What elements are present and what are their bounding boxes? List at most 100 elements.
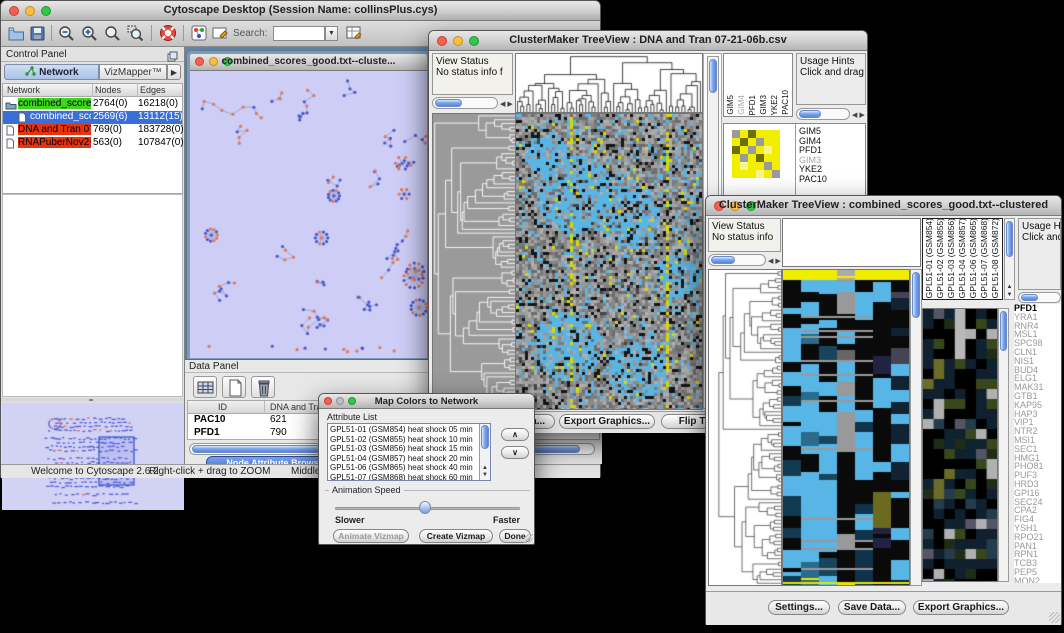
- network-table-row[interactable]: combined_sco2569(6)13112(15): [3, 111, 182, 124]
- tv1-row-dendrogram[interactable]: [432, 113, 516, 410]
- tv2-gene-label[interactable]: MON2: [1014, 577, 1061, 583]
- move-attribute-up-button[interactable]: ∧: [501, 428, 529, 441]
- treeview2-titlebar[interactable]: ClusterMaker TreeView : combined_scores_…: [706, 196, 1061, 216]
- tv1-matrix-cell: [740, 146, 748, 154]
- create-vizmap-button[interactable]: Create Vizmap: [419, 529, 493, 543]
- network-nodes: 563(0): [93, 137, 122, 148]
- tv1-usage-hints: Usage Hints Click and drag to: [796, 53, 866, 105]
- map-colors-dialog: Map Colors to Network Attribute List GPL…: [318, 393, 535, 545]
- treeview1-titlebar[interactable]: ClusterMaker TreeView : DNA and Tran 07-…: [429, 31, 867, 51]
- export-graphics-button[interactable]: Export Graphics...: [559, 414, 655, 429]
- tv1-status-scroll-arrows[interactable]: ◀▶: [500, 100, 515, 108]
- tv2-labels-vscrollbar[interactable]: ▲▼: [1004, 218, 1015, 300]
- tv2-hints-scrollbar[interactable]: [1018, 292, 1061, 303]
- attribute-list-scrollbar[interactable]: ▲▼: [479, 424, 490, 480]
- tv1-status-scrollbar[interactable]: [432, 97, 498, 109]
- speed-slider-thumb[interactable]: [419, 501, 431, 514]
- panel-splitter[interactable]: [1, 398, 184, 402]
- tv2-column-label: GPL51-03 (GSM856): [946, 218, 957, 298]
- annotation-icon[interactable]: [211, 24, 230, 48]
- tv1-matrix-cell: [732, 154, 740, 162]
- network-name: DNA and Tran 07: [18, 124, 91, 135]
- attribute-list-item[interactable]: GPL51-03 (GSM856) heat shock 15 min: [330, 444, 473, 454]
- network-table-row[interactable]: RNAPuberNov2+I563(0)107847(0): [3, 137, 182, 150]
- tv1-heatmap[interactable]: [515, 113, 703, 410]
- tv2-column-label: GPL51-02 (GSM855): [935, 218, 946, 298]
- attribute-list-item[interactable]: GPL51-07 (GSM868) heat shock 60 min: [330, 473, 473, 481]
- network-canvas[interactable]: [190, 71, 427, 358]
- tv1-matrix-cell: [748, 146, 756, 154]
- zoom-fit-icon[interactable]: [103, 24, 122, 48]
- desktop: Cytoscape Desktop (Session Name: collins…: [0, 0, 1064, 633]
- tab-vizmapper[interactable]: VizMapper™: [99, 64, 167, 80]
- treeview2-window: ClusterMaker TreeView : combined_scores_…: [705, 195, 1062, 625]
- dialog-titlebar[interactable]: Map Colors to Network: [319, 394, 534, 409]
- tv1-column-label: GIM4: [737, 95, 747, 115]
- resize-grip[interactable]: [1049, 612, 1060, 623]
- control-panel-list-area: [2, 194, 183, 397]
- tv2-status-scroll-arrows[interactable]: ◀▶: [768, 257, 783, 265]
- network-nodes: 2569(6): [93, 111, 127, 122]
- tv2-gene-list[interactable]: PFD1YRA1RNR4MSL1SPC98CLN1NIS1BUD4ELG1MAK…: [1014, 304, 1061, 583]
- attribute-list-item[interactable]: GPL51-04 (GSM857) heat shock 20 min: [330, 454, 473, 464]
- vizmapper-icon[interactable]: [190, 24, 209, 48]
- tab-overflow-button[interactable]: ▶: [167, 64, 181, 80]
- tv1-matrix-cell: [748, 170, 756, 178]
- tv1-hints-scrollbar[interactable]: [796, 108, 850, 120]
- status-welcome: Welcome to Cytoscape 2.6.2: [31, 466, 159, 477]
- export-graphics-button[interactable]: Export Graphics...: [913, 600, 1009, 615]
- network-nodes: 769(0): [93, 124, 122, 135]
- tv2-column-labels-panel: GPL51-01 (GSM854)GPL51-02 (GSM855)GPL51-…: [922, 218, 1003, 300]
- tv1-matrix-cell: [748, 154, 756, 162]
- tv2-heatmap-vscrollbar[interactable]: [910, 269, 922, 586]
- attribute-browser-icon[interactable]: [345, 24, 364, 48]
- save-data-button[interactable]: Save Data...: [838, 600, 906, 615]
- tv2-row-dendrogram[interactable]: [708, 269, 782, 586]
- delete-attribute-icon[interactable]: [251, 376, 275, 398]
- attribute-list-item[interactable]: GPL51-06 (GSM865) heat shock 40 min: [330, 463, 473, 473]
- settings-button[interactable]: Settings...: [768, 600, 830, 615]
- tv1-gene-list[interactable]: GIM5GIM4PFD1GIM3YKE2PAC10: [799, 127, 827, 184]
- move-attribute-down-button[interactable]: ∨: [501, 446, 529, 459]
- zoom-selected-icon[interactable]: [126, 24, 145, 48]
- search-label: Search:: [233, 28, 267, 39]
- animation-speed-label: Animation Speed: [329, 485, 404, 495]
- network-table-row[interactable]: DNA and Tran 07769(0)183728(0): [3, 124, 182, 137]
- network-overview[interactable]: [2, 403, 184, 510]
- resize-grip[interactable]: [524, 534, 533, 543]
- tv1-matrix-cell: [756, 130, 764, 138]
- help-icon[interactable]: [158, 23, 178, 48]
- animate-vizmap-button[interactable]: Animate Vizmap: [333, 529, 409, 543]
- tv2-heatmap[interactable]: [782, 269, 910, 586]
- tv1-hints-scroll-arrows[interactable]: ◀▶: [852, 111, 867, 119]
- tv1-zoom-matrix[interactable]: [732, 130, 780, 178]
- tv1-matrix-cell: [740, 154, 748, 162]
- row-id: PFD1: [194, 427, 220, 438]
- network-tab-icon: [24, 65, 36, 82]
- new-attribute-icon[interactable]: [222, 376, 246, 398]
- attribute-list-item[interactable]: GPL51-02 (GSM855) heat shock 10 min: [330, 435, 473, 445]
- tv2-zoom-vscrollbar[interactable]: [998, 308, 1009, 582]
- main-titlebar[interactable]: Cytoscape Desktop (Session Name: collins…: [1, 1, 600, 21]
- tv2-zoom-heatmap[interactable]: [922, 308, 998, 582]
- search-input[interactable]: [273, 26, 325, 41]
- network-table-row[interactable]: combined_scores2764(0)16218(0): [3, 98, 182, 111]
- tv2-column-label: GPL51-01 (GSM854): [924, 218, 935, 298]
- table-mode-icon[interactable]: [193, 376, 217, 398]
- zoom-in-icon[interactable]: [80, 24, 99, 48]
- search-dropdown-button[interactable]: ▼: [325, 26, 338, 41]
- slower-label: Slower: [335, 515, 365, 525]
- tv1-gene-label[interactable]: PAC10: [799, 175, 827, 185]
- tv1-matrix-cell: [748, 162, 756, 170]
- tv2-status-scrollbar[interactable]: [708, 254, 766, 266]
- network-view-window-1[interactable]: combined_scores_good.txt--cluste...: [187, 51, 430, 361]
- attribute-list-item[interactable]: GPL51-01 (GSM854) heat shock 05 min: [330, 425, 473, 435]
- attribute-listbox[interactable]: GPL51-01 (GSM854) heat shock 05 minGPL51…: [327, 423, 491, 481]
- tv1-column-dendrogram[interactable]: [515, 53, 703, 113]
- tab-network[interactable]: Network: [4, 64, 99, 80]
- zoom-out-icon[interactable]: [57, 24, 76, 48]
- open-icon[interactable]: [7, 24, 26, 48]
- tv1-matrix-cell: [764, 146, 772, 154]
- tv1-matrix-cell: [748, 138, 756, 146]
- save-icon[interactable]: [28, 24, 47, 48]
